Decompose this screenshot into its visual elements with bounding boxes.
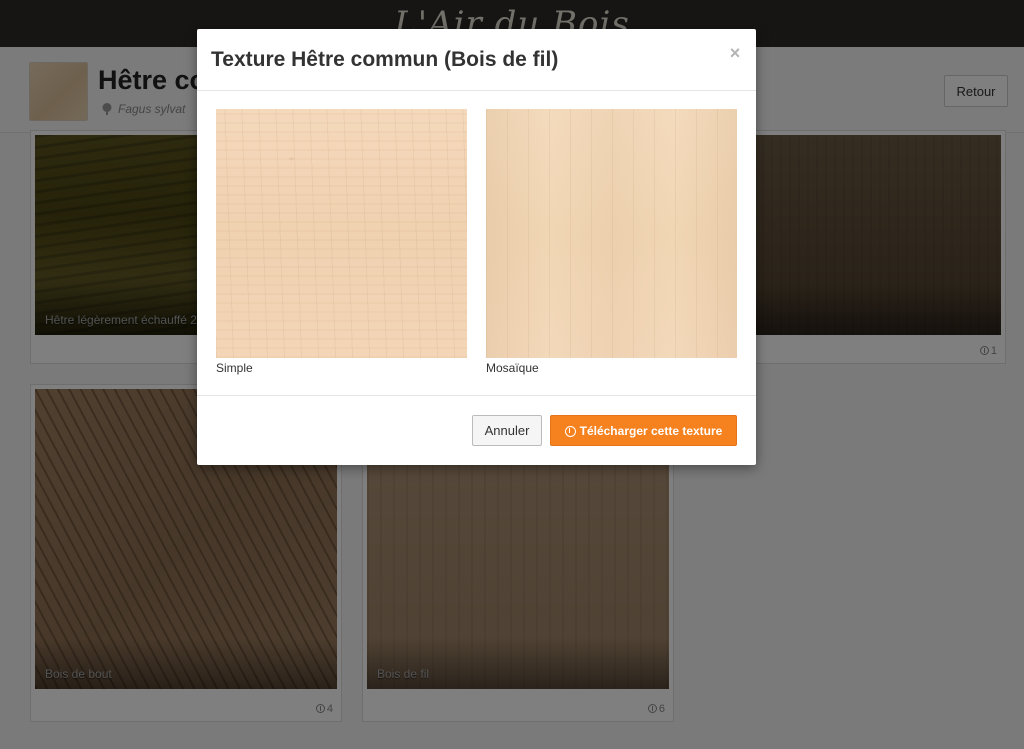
close-icon[interactable]: ×: [727, 43, 743, 63]
texture-option-mosaic[interactable]: [486, 109, 737, 358]
texture-option-simple[interactable]: [216, 109, 467, 358]
download-icon: [564, 425, 576, 437]
modal-header-divider: [197, 90, 756, 91]
download-texture-button[interactable]: Télécharger cette texture: [550, 415, 737, 446]
texture-option-simple-label: Simple: [216, 361, 253, 375]
texture-download-modal: Texture Hêtre commun (Bois de fil) × Sim…: [197, 29, 756, 465]
cancel-button[interactable]: Annuler: [472, 415, 542, 446]
download-button-label: Télécharger cette texture: [579, 423, 723, 438]
texture-option-mosaic-label: Mosaïque: [486, 361, 539, 375]
modal-footer-divider: [197, 395, 756, 396]
modal-title: Texture Hêtre commun (Bois de fil): [211, 48, 559, 71]
